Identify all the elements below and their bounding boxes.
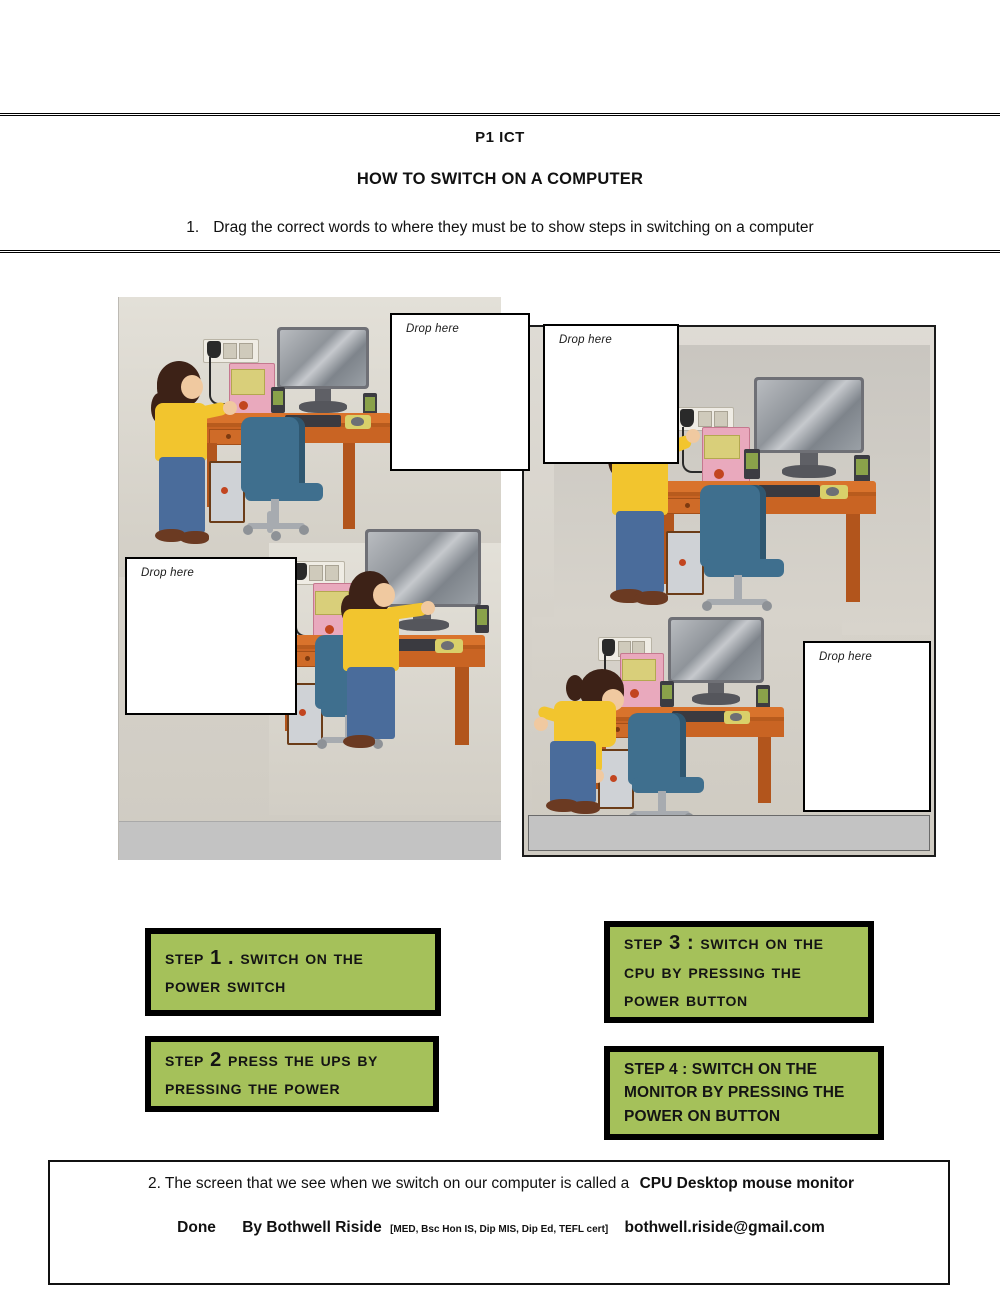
dropzone-3-label: Drop here (141, 567, 194, 579)
footer-box: 2. The screen that we see when we switch… (48, 1160, 950, 1285)
dropzone-1[interactable]: Drop here (390, 313, 530, 471)
question-1: 1. Drag the correct words to where they … (0, 219, 1000, 237)
dropzone-3[interactable]: Drop here (125, 557, 297, 715)
step-1-text: Step 1 . Switch on the power switch (165, 946, 364, 997)
done-label: Done (177, 1219, 216, 1236)
draggable-step-1[interactable]: Step 1 . Switch on the power switch (145, 928, 441, 1016)
question-1-number: 1. (186, 219, 200, 236)
page-code: P1 ICT (475, 129, 525, 146)
author-qualifications: [MED, Bsc Hon IS, Dip MIS, Dip Ed, TEFL … (390, 1224, 609, 1235)
author-email[interactable]: bothwell.riside@gmail.com (625, 1219, 825, 1236)
step-3-text: Step 3 : Switch on the CPU by pressing t… (624, 932, 824, 1012)
dropzone-1-label: Drop here (406, 323, 459, 335)
dropzone-4[interactable]: Drop here (803, 641, 931, 812)
question-2: 2. The screen that we see when we switch… (50, 1175, 952, 1193)
dropzone-2-label: Drop here (559, 334, 612, 346)
question-1-text: Drag the correct words to where they mus… (213, 219, 814, 236)
page-title: HOW TO SWITCH ON A COMPUTER (356, 170, 644, 188)
author-name: By Bothwell Riside (242, 1219, 382, 1236)
dropzone-4-label: Drop here (819, 651, 872, 663)
step-2-text: Step 2 Press the UPS by pressing the pow… (165, 1048, 378, 1099)
step-4-text: STEP 4 : SWITCH ON THE MONITOR BY PRESSI… (624, 1061, 845, 1125)
credit-line: Done By Bothwell Riside [MED, Bsc Hon IS… (50, 1219, 952, 1237)
draggable-step-3[interactable]: Step 3 : Switch on the CPU by pressing t… (604, 921, 874, 1023)
worksheet-header: P1 ICT HOW TO SWITCH ON A COMPUTER 1. Dr… (0, 113, 1000, 253)
photo-gray-band-right (528, 815, 930, 851)
scene-monitor-button (269, 529, 501, 815)
question-2-options[interactable]: CPU Desktop mouse monitor (640, 1175, 854, 1192)
question-2-text: 2. The screen that we see when we switch… (147, 1175, 630, 1192)
scene-cpu-power (532, 617, 842, 825)
draggable-step-2[interactable]: Step 2 Press the UPS by pressing the pow… (145, 1036, 439, 1112)
photo-gray-band-left (119, 821, 501, 860)
draggable-step-4[interactable]: STEP 4 : SWITCH ON THE MONITOR BY PRESSI… (604, 1046, 884, 1140)
dropzone-2[interactable]: Drop here (543, 324, 679, 464)
